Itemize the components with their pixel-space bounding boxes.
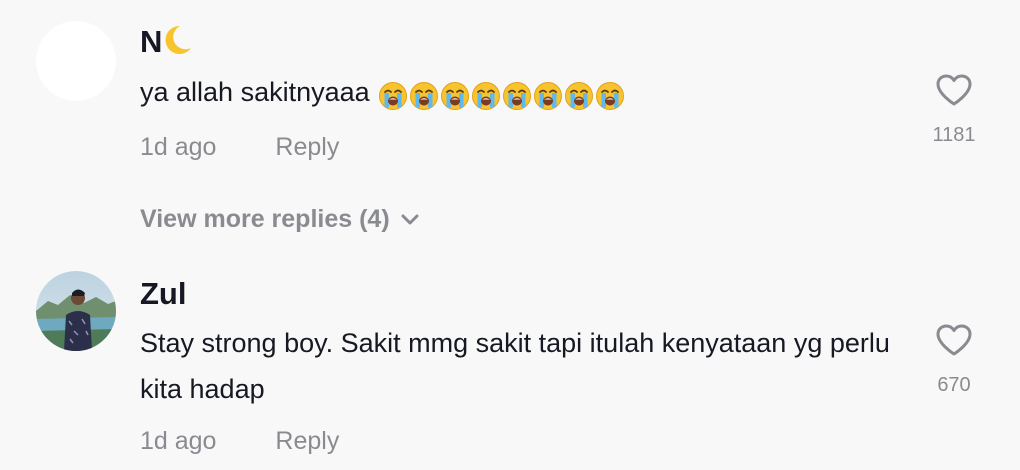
avatar-photo [36, 271, 116, 351]
like-count: 670 [937, 374, 971, 396]
like-count: 1181 [932, 124, 976, 146]
loudly-crying-face-icon [440, 81, 469, 110]
comment-username[interactable]: Zul [140, 276, 187, 312]
loudly-crying-face-icon [471, 81, 500, 110]
comment-time: 1d ago [140, 133, 217, 161]
comment-text-content: ya allah sakitnyaaa [140, 77, 370, 107]
heart-icon[interactable] [935, 73, 973, 107]
username-text: N [140, 24, 163, 59]
loudly-crying-face-icon [533, 81, 562, 110]
comment-username[interactable]: N [140, 24, 194, 64]
loudly-crying-face-icon [564, 81, 593, 110]
loudly-crying-face-icon [409, 81, 438, 110]
like-group: 1181 [915, 73, 993, 147]
loudly-crying-face-icon [595, 81, 624, 110]
reply-button[interactable]: Reply [275, 427, 339, 455]
view-more-replies-label: View more replies (4) [140, 205, 390, 233]
comment-meta: 1d ago Reply [140, 426, 339, 456]
comment-text: Stay strong boy. Sakit mmg sakit tapi it… [140, 328, 890, 404]
chevron-down-icon [401, 214, 419, 225]
reply-button[interactable]: Reply [275, 133, 339, 161]
crying-emoji-row [378, 71, 626, 117]
heart-icon[interactable] [935, 323, 973, 357]
loudly-crying-face-icon [502, 81, 531, 110]
crescent-moon-icon [164, 24, 194, 64]
like-group: 670 [915, 323, 993, 397]
comment-text: ya allah sakitnyaaa [140, 69, 910, 117]
loudly-crying-face-icon [378, 81, 407, 110]
avatar[interactable] [36, 271, 116, 351]
comment-meta: 1d ago Reply [140, 132, 339, 162]
avatar[interactable] [36, 21, 116, 101]
comment-time: 1d ago [140, 427, 217, 455]
view-more-replies-button[interactable]: View more replies (4) [140, 203, 420, 235]
